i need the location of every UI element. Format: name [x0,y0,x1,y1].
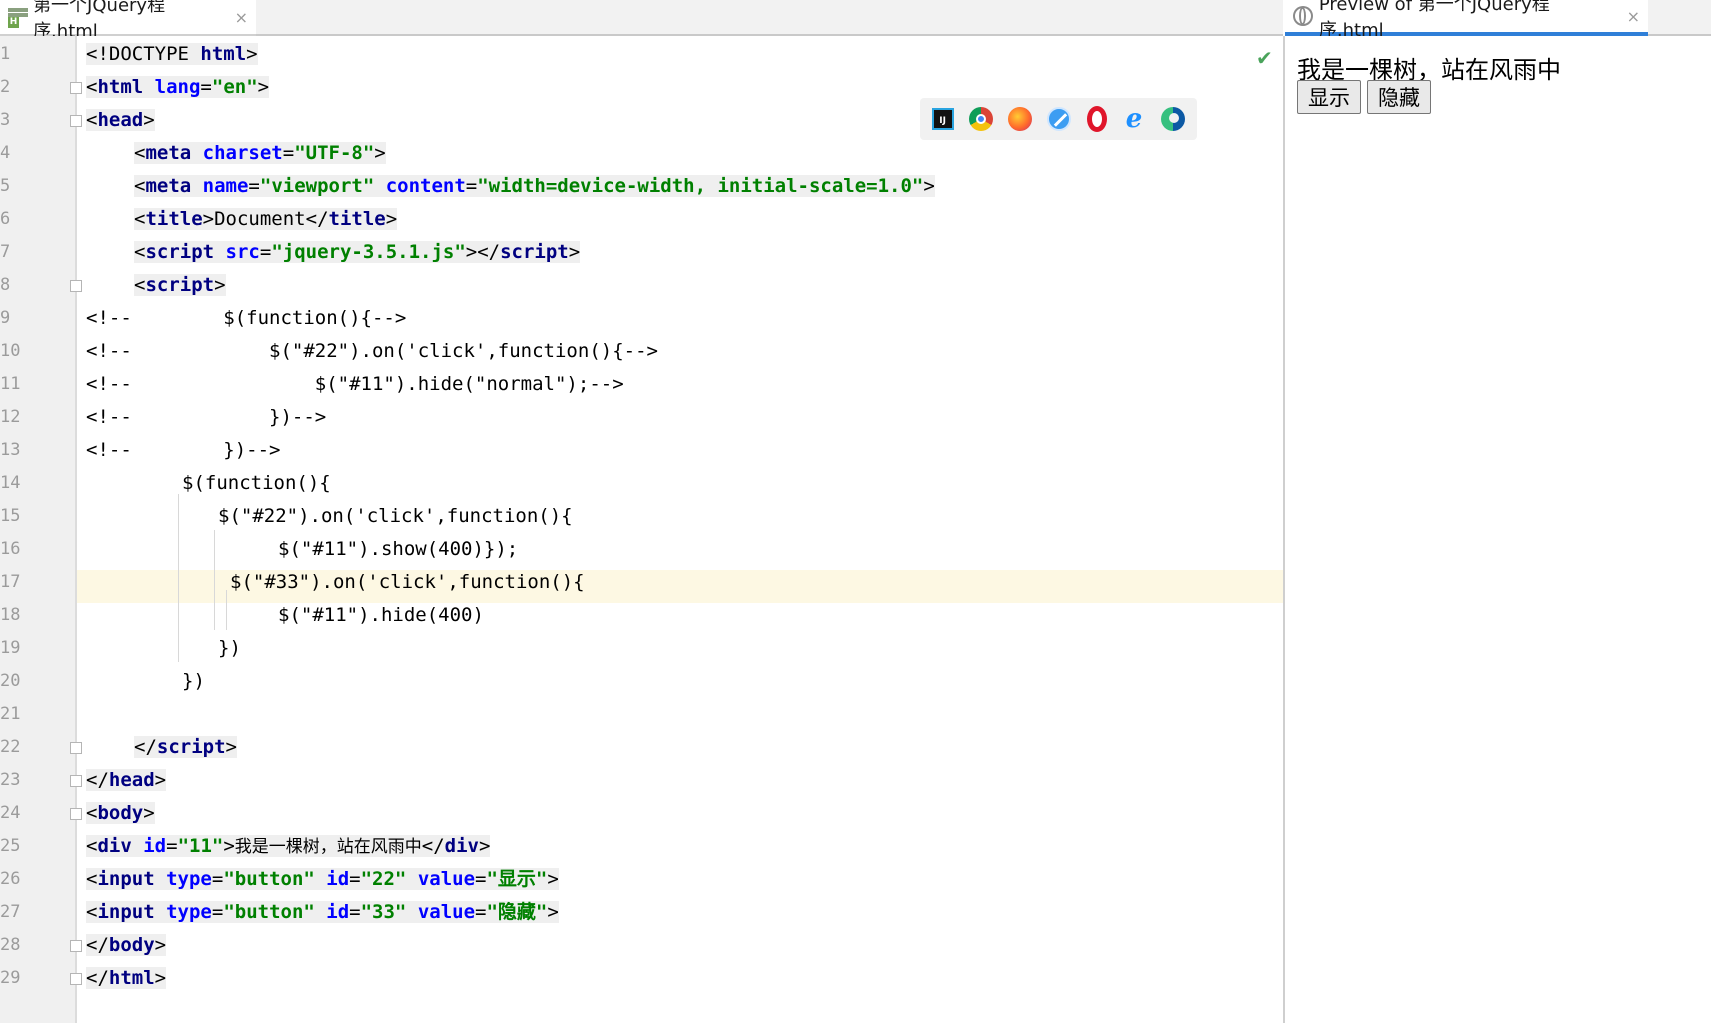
code-line: <!-- $("#11").hide("normal");--> [86,373,624,395]
code-line: <meta name="viewport" content="width=dev… [134,175,935,197]
hide-button[interactable]: 隐藏 [1367,80,1431,114]
code-line: <!-- })--> [86,406,327,428]
preview-tab[interactable]: Preview of 第一个JQuery程序.html × [1285,0,1648,41]
globe-icon [1293,6,1313,26]
intellij-icon[interactable]: IJ [931,108,954,130]
editor-tab[interactable]: H 第一个JQuery程序.html × [0,0,256,42]
code-line: $(function(){ [182,472,331,494]
code-line: }) [182,670,205,692]
code-line: }) [218,637,241,659]
safari-icon[interactable] [1047,107,1072,131]
fold-icon[interactable] [70,973,82,985]
code-line: <input type="button" id="22" value="显示"> [86,868,559,890]
fold-icon[interactable] [70,82,82,94]
code-line: </body> [0,929,1283,962]
preview-pane: 我是一棵树，站在风雨中 显示 隐藏 [1285,36,1711,1023]
code-line: <script src="jquery-3.5.1.js"></script> [134,241,581,263]
editor-tab-bar: H 第一个JQuery程序.html × [0,0,1283,42]
fold-icon[interactable] [70,280,82,292]
edge-icon[interactable] [1161,107,1186,131]
code-line: $("#22").on('click',function(){ [218,505,573,527]
check-icon: ✔ [1256,46,1273,70]
code-line: <script> [0,269,1283,302]
line-number: 21 [0,704,21,724]
code-line: <body> [0,797,1283,830]
code-line: $("#33").on('click',function(){ [230,571,585,593]
opera-icon[interactable] [1086,106,1107,132]
fold-icon[interactable] [70,940,82,952]
show-button[interactable]: 显示 [1297,80,1361,114]
fold-icon[interactable] [70,775,82,787]
firefox-icon[interactable] [1008,107,1033,131]
browser-preview-bar: IJ e [920,98,1197,140]
fold-icon[interactable] [70,115,82,127]
code-line: <!-- $("#22").on('click',function(){--> [86,340,658,362]
code-line: </script> [0,731,1283,764]
html-file-icon: H [8,6,28,28]
chrome-icon[interactable] [968,107,993,131]
preview-tab-bar: Preview of 第一个JQuery程序.html × [1285,0,1711,41]
ie-icon[interactable]: e [1122,106,1146,132]
code-line: $("#11").hide(400) [278,604,484,626]
fold-icon[interactable] [70,742,82,754]
code-line: <meta charset="UTF-8"> [134,142,386,164]
close-icon[interactable]: × [1627,7,1640,26]
code-line: <title>Document</title> [134,208,398,230]
code-line: <!DOCTYPE html> [86,43,258,65]
fold-icon[interactable] [70,808,82,820]
code-line: <!-- $(function(){--> [86,307,407,329]
code-line: <!-- })--> [86,439,281,461]
close-icon[interactable]: × [235,8,248,27]
code-line: $("#11").show(400)}); [278,538,519,560]
code-line: <div id="11">我是一棵树，站在风雨中</div> [86,835,491,857]
code-line: </head> [0,764,1283,797]
code-line: <input type="button" id="33" value="隐藏"> [86,901,559,923]
code-line: </html> [0,962,1283,995]
